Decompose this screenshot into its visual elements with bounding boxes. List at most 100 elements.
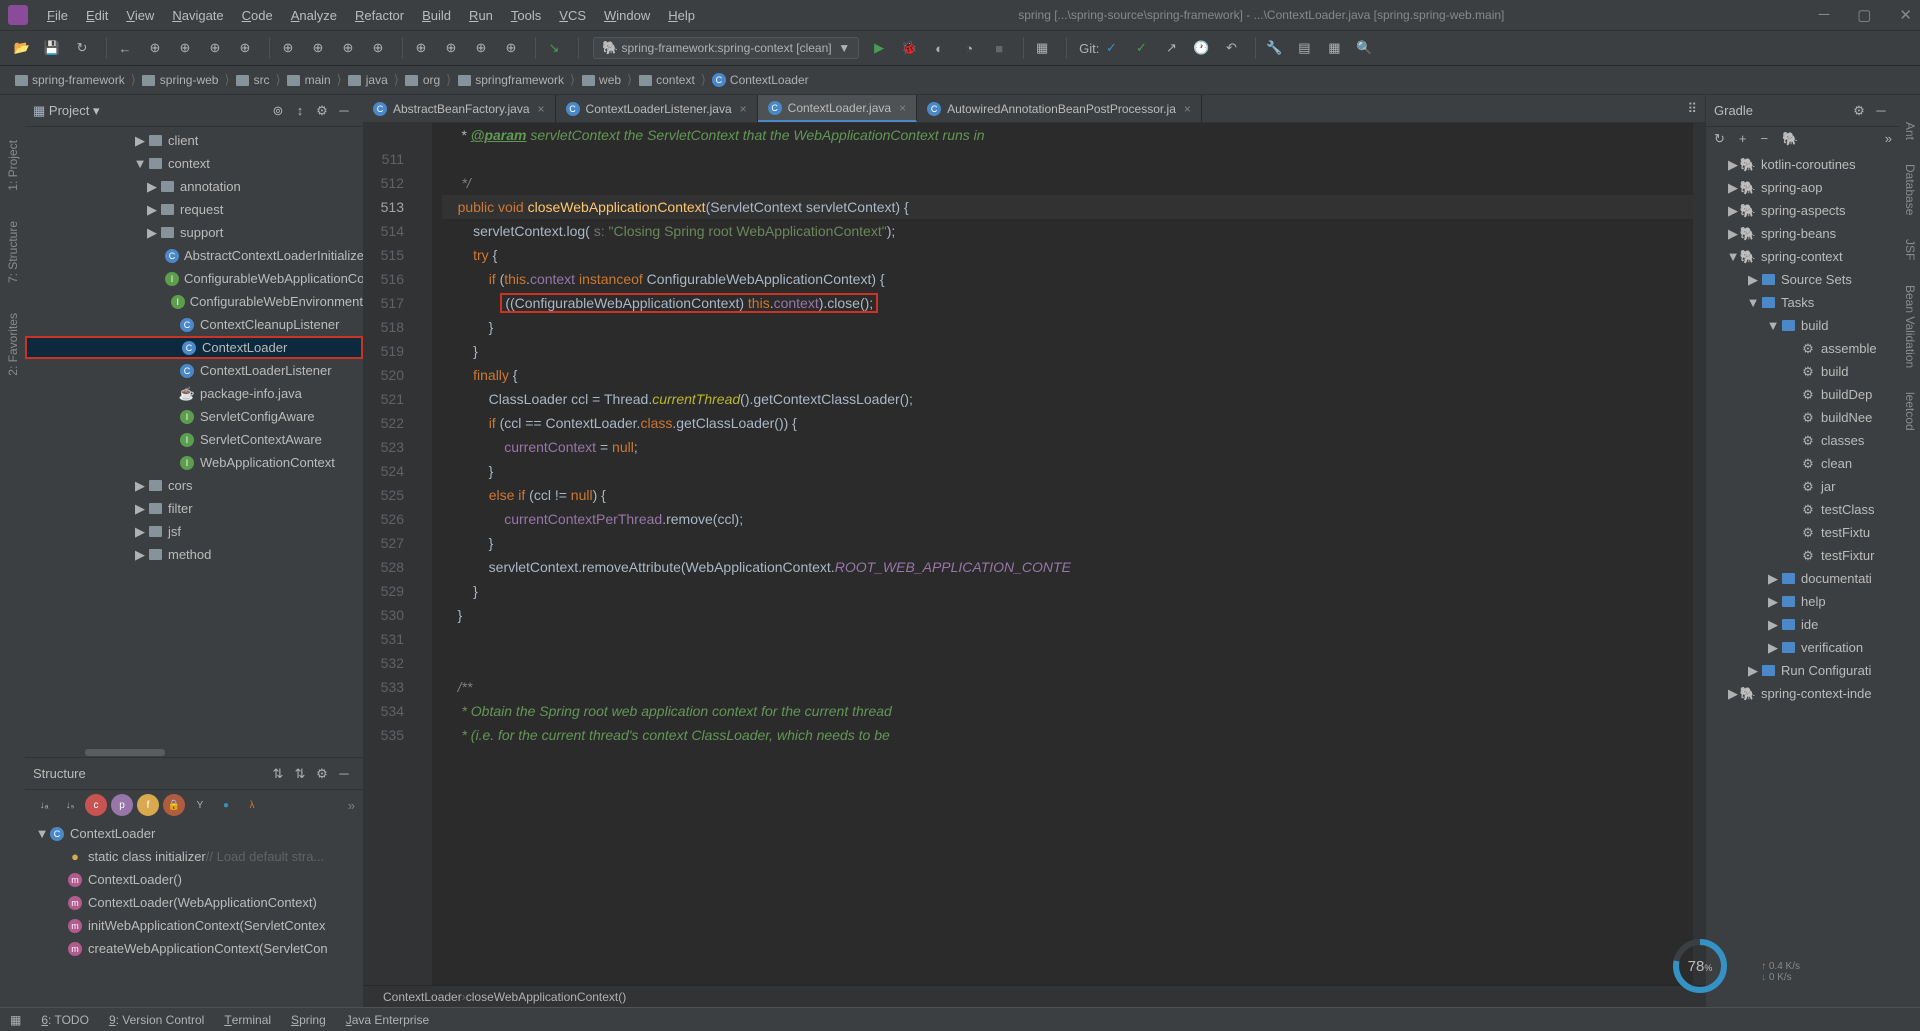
filter-local-icon[interactable]: 🔒 (163, 794, 185, 816)
struct-hide-icon[interactable]: ─ (333, 766, 355, 781)
crumb-spring-web[interactable]: spring-web (138, 73, 223, 87)
tab-ContextLoaderListener.java[interactable]: CContextLoaderListener.java× (556, 95, 758, 122)
run-config-select[interactable]: 🐘 spring-framework:spring-context [clean… (593, 37, 859, 59)
tree-node-ConfigurableWebEnvironment[interactable]: IConfigurableWebEnvironment (25, 290, 363, 313)
gradle-testFixtu[interactable]: ⚙testFixtu (1706, 521, 1900, 544)
struct-1[interactable]: ● static class initializer // Load defau… (33, 845, 355, 868)
gradle-more-icon[interactable]: » (1885, 131, 1892, 147)
tree-node-cors[interactable]: ▶cors (25, 474, 363, 497)
menu-edit[interactable]: Edit (77, 8, 117, 23)
struct-settings-icon[interactable]: ⚙ (311, 766, 333, 782)
gradle-Run Configurati[interactable]: ▶Run Configurati (1706, 659, 1900, 682)
gradle-spring-aspects[interactable]: ▶🐘spring-aspects (1706, 199, 1900, 222)
back-icon[interactable]: ← (113, 36, 137, 60)
tool-leetcod[interactable]: leetcod (1903, 392, 1917, 431)
gradle-settings-icon[interactable]: ⚙ (1848, 103, 1870, 119)
gradle-spring-aop[interactable]: ▶🐘spring-aop (1706, 176, 1900, 199)
gradle-remove-icon[interactable]: − (1761, 131, 1769, 147)
tab-close-icon[interactable]: × (740, 102, 747, 116)
menu-navigate[interactable]: Navigate (163, 8, 232, 23)
zoom-icon-7[interactable]: ⊕ (336, 36, 360, 60)
tab-list-icon[interactable]: ⠿ (1687, 101, 1697, 117)
vcs-update-icon[interactable]: ✓ (1099, 36, 1123, 60)
gradle-assemble[interactable]: ⚙assemble (1706, 337, 1900, 360)
struct-tree-icon[interactable]: Y (189, 794, 211, 816)
gradle-jar[interactable]: ⚙jar (1706, 475, 1900, 498)
gradle-testFixtur[interactable]: ⚙testFixtur (1706, 544, 1900, 567)
filter-prop-icon[interactable]: p (111, 794, 133, 816)
gradle-spring-context-inde[interactable]: ▶🐘spring-context-inde (1706, 682, 1900, 705)
tree-node-ContextCleanupListener[interactable]: CContextCleanupListener (25, 313, 363, 336)
filter-field-icon[interactable]: f (137, 794, 159, 816)
menu-view[interactable]: View (117, 8, 163, 23)
struct-0[interactable]: ▼C ContextLoader (33, 822, 355, 845)
editor-crumb[interactable]: closeWebApplicationContext() (466, 990, 627, 1004)
sync-icon[interactable]: ↻ (70, 36, 94, 60)
tool-1: Project[interactable]: 1: Project (6, 140, 20, 191)
sb-Terminal[interactable]: Terminal (224, 1013, 271, 1027)
close-button[interactable]: ✕ (1899, 6, 1912, 24)
gradle-Tasks[interactable]: ▼Tasks (1706, 291, 1900, 314)
crumb-spring-framework[interactable]: spring-framework (10, 73, 129, 87)
gradle-hide-icon[interactable]: ─ (1870, 103, 1892, 118)
tab-AutowiredAnnotationBeanPostProcessor.ja[interactable]: CAutowiredAnnotationBeanPostProcessor.ja… (917, 95, 1202, 122)
crumb-src[interactable]: src (232, 73, 274, 87)
crumb-org[interactable]: org (401, 73, 444, 87)
hide-pane-icon[interactable]: ─ (333, 103, 355, 118)
project-select-icon[interactable]: ▦ (33, 103, 45, 119)
sb-Spring[interactable]: Spring (291, 1013, 326, 1027)
menu-analyze[interactable]: Analyze (282, 8, 346, 23)
struct-4[interactable]: m initWebApplicationContext(ServletConte… (33, 914, 355, 937)
zoom-icon-1[interactable]: ⊕ (143, 36, 167, 60)
avd-icon[interactable]: ▤ (1292, 36, 1316, 60)
struct-more-icon[interactable]: » (348, 798, 355, 813)
tree-node-WebApplicationContext[interactable]: IWebApplicationContext (25, 451, 363, 474)
tab-AbstractBeanFactory.java[interactable]: CAbstractBeanFactory.java× (363, 95, 556, 122)
menu-run[interactable]: Run (460, 8, 502, 23)
tab-ContextLoader.java[interactable]: CContextLoader.java× (758, 95, 917, 122)
editor-crumb[interactable]: ContextLoader (383, 990, 462, 1004)
struct-2[interactable]: m ContextLoader() (33, 868, 355, 891)
tree-node-request[interactable]: ▶request (25, 198, 363, 221)
fold-gutter[interactable] (418, 123, 432, 985)
gradle-classes[interactable]: ⚙classes (1706, 429, 1900, 452)
gradle-clean[interactable]: ⚙clean (1706, 452, 1900, 475)
tab-close-icon[interactable]: × (899, 101, 906, 115)
add-config-icon[interactable]: ↘ (542, 36, 566, 60)
crumb-web[interactable]: web (577, 73, 625, 87)
gradle-kotlin-coroutines[interactable]: ▶🐘kotlin-coroutines (1706, 153, 1900, 176)
struct-3[interactable]: m ContextLoader(WebApplicationContext) (33, 891, 355, 914)
struct-btn-2[interactable]: ⇅ (289, 766, 311, 782)
tree-node-ContextLoader[interactable]: CContextLoader (25, 336, 363, 359)
struct-circle-icon[interactable]: ● (215, 794, 237, 816)
code-editor[interactable]: 5115125135145155165175185195205215225235… (363, 123, 1705, 985)
crumb-springframework[interactable]: springframework (453, 73, 568, 87)
gradle-Source Sets[interactable]: ▶Source Sets (1706, 268, 1900, 291)
gradle-buildDep[interactable]: ⚙buildDep (1706, 383, 1900, 406)
gradle-help[interactable]: ▶help (1706, 590, 1900, 613)
zoom-icon-9[interactable]: ⊕ (409, 36, 433, 60)
gradle-refresh-icon[interactable]: ↻ (1714, 131, 1725, 147)
tab-close-icon[interactable]: × (538, 102, 545, 116)
tool-Ant[interactable]: Ant (1903, 122, 1917, 140)
sb-Java Enterprise[interactable]: Java Enterprise (346, 1013, 429, 1027)
tool-JSF[interactable]: JSF (1903, 239, 1917, 260)
search-everywhere-icon[interactable]: 🔍 (1352, 36, 1376, 60)
locate-icon[interactable]: ⊚ (267, 103, 289, 119)
stop-icon[interactable]: ■ (987, 36, 1011, 60)
tree-node-annotation[interactable]: ▶annotation (25, 175, 363, 198)
zoom-icon-4[interactable]: ⊕ (233, 36, 257, 60)
tree-node-context[interactable]: ▼context (25, 152, 363, 175)
structure-tree[interactable]: ▼C ContextLoader● static class initializ… (25, 820, 363, 1007)
menu-file[interactable]: File (38, 8, 77, 23)
tree-node-ServletContextAware[interactable]: IServletContextAware (25, 428, 363, 451)
tree-node-package-info.java[interactable]: ☕package-info.java (25, 382, 363, 405)
minimize-button[interactable]: ─ (1819, 6, 1830, 24)
profile-icon[interactable]: ◔ (957, 36, 981, 60)
menu-window[interactable]: Window (595, 8, 659, 23)
sort-alpha-icon[interactable]: ↓ₐ (33, 794, 55, 816)
zoom-icon-11[interactable]: ⊕ (469, 36, 493, 60)
struct-btn-1[interactable]: ⇅ (267, 766, 289, 782)
project-pane-title[interactable]: Project ▾ (49, 103, 267, 119)
maximize-button[interactable]: ▢ (1857, 6, 1871, 24)
